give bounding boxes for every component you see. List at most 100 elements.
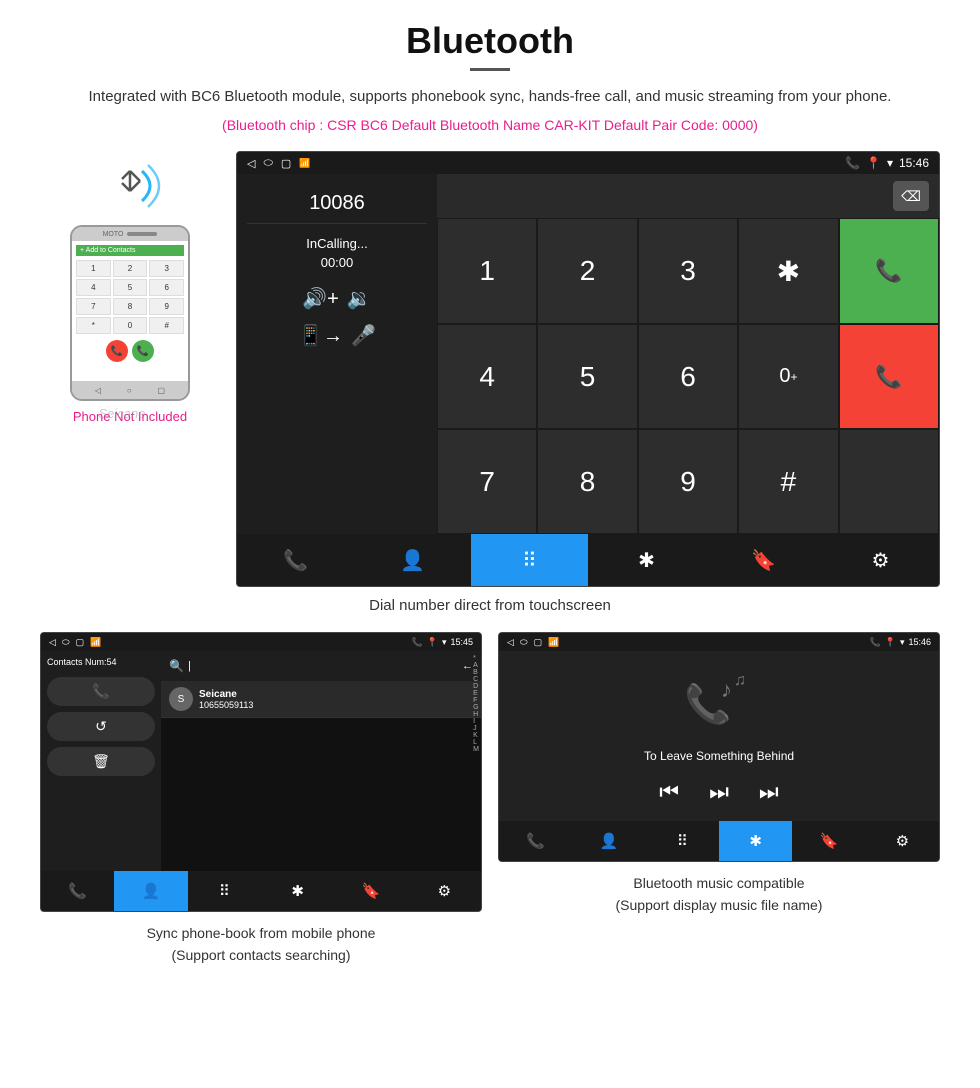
phone-key-0[interactable]: 0 xyxy=(113,317,148,334)
phone-key-5[interactable]: 5 xyxy=(113,279,148,296)
next-track-button[interactable]: ⏭ xyxy=(759,779,779,805)
contacts-left-panel: Contacts Num:54 📞 ↺ 🗑 xyxy=(41,651,161,871)
mini-nav-contacts[interactable]: 👤 xyxy=(114,871,187,911)
music-location: 📍 xyxy=(885,637,896,648)
music-nav-contacts[interactable]: 👤 xyxy=(572,821,645,861)
music-signal: 📶 xyxy=(548,637,559,648)
phone-screen-header: + Add to Contacts xyxy=(76,245,184,256)
dial-key-0plus[interactable]: 0+ xyxy=(738,324,838,429)
dial-key-2[interactable]: 2 xyxy=(537,218,637,324)
contact-info: Seicane 10655059113 xyxy=(199,689,253,710)
vol-up-icon[interactable]: 🔊+ xyxy=(302,286,339,311)
nav-bluetooth[interactable]: ✱ xyxy=(588,534,705,586)
dialer-controls-row2: 📱→ 🎤 xyxy=(247,323,427,348)
bluetooth-specs: (Bluetooth chip : CSR BC6 Default Blueto… xyxy=(40,117,940,133)
phone-key-hash[interactable]: # xyxy=(149,317,184,334)
svg-text:♪: ♪ xyxy=(721,677,732,702)
contact-list-item[interactable]: S Seicane 10655059113 xyxy=(161,681,481,718)
contacts-back-icon[interactable]: ◁ xyxy=(49,637,56,648)
phone-screen: + Add to Contacts 1 2 3 4 5 6 7 8 9 * 0 … xyxy=(72,241,188,381)
mic-icon[interactable]: 🎤 xyxy=(351,323,376,348)
contacts-right-wrap: 🔍 | ← S Seicane 10655059113 xyxy=(161,651,481,871)
dial-key-9[interactable]: 9 xyxy=(638,429,738,534)
contacts-refresh-btn[interactable]: ↺ xyxy=(47,712,155,741)
statusbar-right: 📞 📍 ▾ 15:46 xyxy=(845,156,929,170)
phone-key-6[interactable]: 6 xyxy=(149,279,184,296)
search-cursor: | xyxy=(188,660,191,672)
contacts-car-screen: ◁ ⬭ ▢ 📶 📞 📍 ▾ 15:45 xyxy=(40,632,482,912)
nav-transfer[interactable]: 🔖 xyxy=(705,534,822,586)
call-end-button[interactable]: 📞 xyxy=(839,324,939,429)
music-back-icon[interactable]: ◁ xyxy=(507,637,514,648)
music-nav-settings[interactable]: ⚙ xyxy=(866,821,939,861)
music-statusbar: ◁ ⬭ ▢ 📶 📞 📍 ▾ 15:46 xyxy=(499,633,939,651)
dialer-input-row: ⌫ xyxy=(437,174,939,218)
dial-key-star[interactable]: ✱ xyxy=(738,218,838,324)
music-square: ▢ xyxy=(534,637,543,648)
dial-key-6[interactable]: 6 xyxy=(638,324,738,429)
dialer-left-panel: 10086 InCalling... 00:00 🔊+ 🔉 📱→ 🎤 xyxy=(237,174,437,534)
phone-key-2[interactable]: 2 xyxy=(113,260,148,277)
phone-key-7[interactable]: 7 xyxy=(76,298,111,315)
music-body: 📞 ♪ ♫ To Leave Something Behind ⏮ ⏭ ⏭ xyxy=(499,651,939,821)
music-controls: ⏮ ⏭ ⏭ xyxy=(659,779,778,805)
contacts-delete-btn[interactable]: 🗑 xyxy=(47,747,155,776)
music-screen-block: ◁ ⬭ ▢ 📶 📞 📍 ▾ 15:46 xyxy=(498,632,940,967)
mini-nav-phone[interactable]: 📞 xyxy=(41,871,114,911)
vol-down-icon[interactable]: 🔉 xyxy=(347,286,372,311)
nav-phone[interactable]: 📞 xyxy=(237,534,354,586)
dial-key-hash[interactable]: # xyxy=(738,429,838,534)
mini-nav-dialpad[interactable]: ⠿ xyxy=(188,871,261,911)
svg-text:♫: ♫ xyxy=(734,672,746,689)
nav-settings[interactable]: ⚙ xyxy=(822,534,939,586)
music-nav-bt[interactable]: ✱ xyxy=(719,821,792,861)
play-pause-button[interactable]: ⏭ xyxy=(709,779,729,805)
dial-key-1[interactable]: 1 xyxy=(437,218,537,324)
phone-key-8[interactable]: 8 xyxy=(113,298,148,315)
bottom-caption-contacts: Sync phone-book from mobile phone (Suppo… xyxy=(147,922,376,967)
dial-key-empty xyxy=(839,429,939,534)
mini-nav-settings[interactable]: ⚙ xyxy=(408,871,481,911)
dialer-number: 10086 xyxy=(247,184,427,224)
car-screen-body: 10086 InCalling... 00:00 🔊+ 🔉 📱→ 🎤 xyxy=(237,174,939,534)
bottom-screens-row: ◁ ⬭ ▢ 📶 📞 📍 ▾ 15:45 xyxy=(40,632,940,967)
nav-dialpad[interactable]: ⠿ xyxy=(471,534,588,586)
phone-end-btn[interactable]: 📞 xyxy=(106,340,128,362)
mini-nav-bt[interactable]: ✱ xyxy=(261,871,334,911)
dial-key-4[interactable]: 4 xyxy=(437,324,537,429)
dialpad-grid: 1 2 3 ✱ 📞 4 5 6 0+ 📞 7 8 9 xyxy=(437,218,939,534)
call-accept-button[interactable]: 📞 xyxy=(839,218,939,324)
contacts-body: Contacts Num:54 📞 ↺ 🗑 🔍 | ← xyxy=(41,651,481,871)
mini-nav-transfer[interactable]: 🔖 xyxy=(334,871,407,911)
phone-key-star[interactable]: * xyxy=(76,317,111,334)
statusbar-time: 15:46 xyxy=(899,156,929,170)
phone-key-3[interactable]: 3 xyxy=(149,260,184,277)
main-caption: Dial number direct from touchscreen xyxy=(40,597,940,614)
nav-contacts[interactable]: 👤 xyxy=(354,534,471,586)
transfer-icon[interactable]: 📱→ xyxy=(298,323,343,348)
location-icon: 📍 xyxy=(866,156,881,170)
dial-key-7[interactable]: 7 xyxy=(437,429,537,534)
bottom-caption-music: Bluetooth music compatible (Support disp… xyxy=(616,872,823,917)
backspace-button[interactable]: ⌫ xyxy=(893,181,929,211)
contacts-statusbar: ◁ ⬭ ▢ 📶 📞 📍 ▾ 15:45 xyxy=(41,633,481,651)
contacts-call-btn[interactable]: 📞 xyxy=(47,677,155,706)
phone-key-1[interactable]: 1 xyxy=(76,260,111,277)
dial-key-8[interactable]: 8 xyxy=(537,429,637,534)
music-nav-transfer[interactable]: 🔖 xyxy=(792,821,865,861)
phone-dialpad-grid: 1 2 3 4 5 6 7 8 9 * 0 # xyxy=(76,260,184,334)
back-icon[interactable]: ◁ xyxy=(247,157,255,170)
phone-key-9[interactable]: 9 xyxy=(149,298,184,315)
dial-key-3[interactable]: 3 xyxy=(638,218,738,324)
phone-call-btn[interactable]: 📞 xyxy=(132,340,154,362)
music-nav-dialpad[interactable]: ⠿ xyxy=(646,821,719,861)
prev-track-button[interactable]: ⏮ xyxy=(659,779,679,805)
car-bottom-nav: 📞 👤 ⠿ ✱ 🔖 ⚙ xyxy=(237,534,939,586)
dial-key-5[interactable]: 5 xyxy=(537,324,637,429)
dialer-right-panel: ⌫ 1 2 3 ✱ 📞 4 5 6 0+ 📞 xyxy=(437,174,939,534)
music-nav-phone[interactable]: 📞 xyxy=(499,821,572,861)
seicane-watermark: Seicane xyxy=(99,406,146,421)
main-content-row: MOTO + Add to Contacts 1 2 3 4 5 6 7 8 9 xyxy=(40,151,940,587)
music-phone-icon: 📞 xyxy=(870,637,881,648)
phone-key-4[interactable]: 4 xyxy=(76,279,111,296)
